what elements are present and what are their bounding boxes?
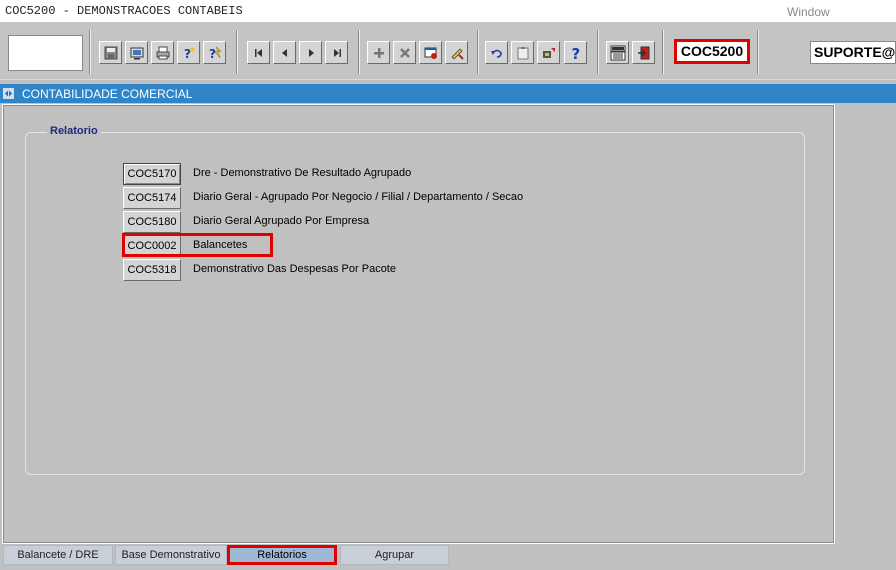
svg-text:?: ?	[209, 47, 216, 61]
screen-icon	[130, 47, 143, 59]
execute-query-icon: ?	[209, 46, 222, 61]
exit-button[interactable]	[632, 41, 655, 64]
toolbar: ? ? ? COC5200 SUPORTE@	[0, 22, 896, 80]
svg-text:?: ?	[571, 45, 580, 61]
undo-button[interactable]	[485, 41, 508, 64]
edit-icon	[451, 48, 464, 60]
help-icon: ?	[571, 45, 580, 61]
toolbar-separator	[662, 30, 664, 74]
report-label: Dre - Demonstrativo De Resultado Agrupad…	[193, 167, 412, 179]
duplicate-icon	[424, 47, 437, 59]
last-record-icon	[333, 48, 341, 57]
toolbar-separator	[597, 30, 599, 74]
clipboard-button[interactable]	[511, 41, 534, 64]
report-label: Diario Geral Agrupado Por Empresa	[193, 215, 370, 227]
form-code-display: COC5200	[674, 39, 750, 64]
execute-query-button[interactable]: ?	[203, 41, 226, 64]
title-bar: COC5200 - DEMONSTRACOES CONTABEIS Window	[0, 0, 896, 22]
report-label: Demonstrativo Das Despesas Por Pacote	[193, 263, 396, 275]
module-header: CONTABILIDADE COMERCIAL	[0, 84, 896, 103]
report-code-button[interactable]: COC0002	[123, 235, 181, 257]
help-button[interactable]: ?	[564, 41, 587, 64]
insert-record-icon	[373, 47, 384, 58]
tab-agrupar[interactable]: Agrupar	[340, 545, 449, 565]
menu-icon	[610, 45, 625, 60]
report-code-button[interactable]: COC5170	[123, 163, 181, 185]
tools-button[interactable]	[537, 41, 560, 64]
logo-area	[8, 35, 83, 71]
toolbar-separator	[236, 30, 238, 74]
toolbar-separator	[358, 30, 360, 74]
report-code-button[interactable]: COC5180	[123, 211, 181, 233]
module-title: CONTABILIDADE COMERCIAL	[22, 87, 193, 101]
undo-icon	[490, 49, 502, 58]
next-record-icon	[308, 48, 314, 57]
window-restore-icon[interactable]	[3, 88, 14, 99]
previous-record-button[interactable]	[273, 41, 296, 64]
window-menu[interactable]: Window	[787, 5, 830, 19]
report-label: Diario Geral - Agrupado Por Negocio / Fi…	[193, 191, 524, 203]
print-button[interactable]	[151, 41, 174, 64]
report-label: Balancetes	[193, 239, 248, 251]
toolbar-separator	[89, 30, 91, 74]
tab-relatorios[interactable]: Relatorios	[227, 545, 337, 565]
group-label: Relatorio	[47, 125, 101, 137]
exit-icon	[637, 46, 649, 59]
first-record-button[interactable]	[247, 41, 270, 64]
svg-text:?: ?	[184, 47, 191, 61]
help-query-button[interactable]: ?	[177, 41, 200, 64]
first-record-icon	[254, 48, 262, 57]
menu-button[interactable]	[606, 41, 629, 64]
help-query-icon: ?	[184, 47, 195, 61]
previous-record-icon	[281, 48, 287, 57]
last-record-button[interactable]	[325, 41, 348, 64]
delete-record-icon	[399, 47, 410, 58]
next-record-button[interactable]	[299, 41, 322, 64]
toolbar-separator	[757, 30, 759, 74]
report-code-button[interactable]: COC5174	[123, 187, 181, 209]
tab-base-demonstrativo[interactable]: Base Demonstrativo	[115, 545, 227, 565]
tools-icon	[542, 47, 555, 58]
delete-record-button[interactable]	[393, 41, 416, 64]
save-button[interactable]	[99, 41, 122, 64]
window-title: COC5200 - DEMONSTRACOES CONTABEIS	[5, 4, 243, 18]
tab-balancete-dre[interactable]: Balancete / DRE	[3, 545, 113, 565]
edit-button[interactable]	[445, 41, 468, 64]
insert-record-button[interactable]	[367, 41, 390, 64]
toolbar-separator	[477, 30, 479, 74]
save-icon	[104, 46, 117, 59]
report-code-button[interactable]: COC5318	[123, 259, 181, 281]
duplicate-button[interactable]	[419, 41, 442, 64]
clipboard-icon	[517, 46, 528, 59]
user-field: SUPORTE@	[810, 41, 896, 64]
print-icon	[156, 46, 169, 59]
screen-button[interactable]	[125, 41, 148, 64]
